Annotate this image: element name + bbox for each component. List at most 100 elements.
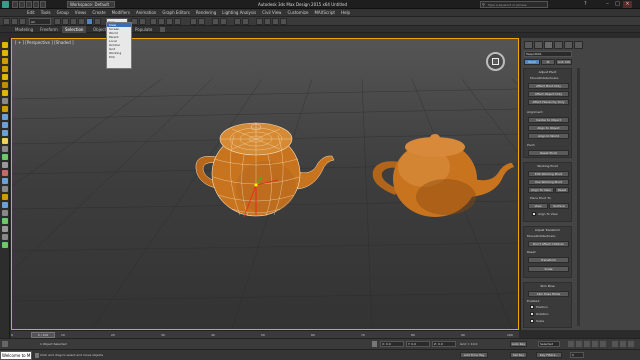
material-editor-icon[interactable] — [256, 18, 263, 25]
rectangular-selection-icon[interactable] — [70, 18, 77, 25]
create-box-icon[interactable] — [2, 42, 8, 48]
key-mode-dropdown[interactable]: Selected — [538, 341, 560, 347]
create-tube-icon[interactable] — [2, 82, 8, 88]
quick-access-save-button[interactable] — [26, 1, 32, 8]
select-manipulate-icon[interactable] — [139, 18, 146, 25]
menu-item[interactable]: Views — [72, 9, 90, 16]
menu-item[interactable]: Group — [54, 9, 72, 16]
motion-panel-tab[interactable] — [554, 41, 563, 49]
align-to-view-checkbox[interactable] — [532, 212, 536, 216]
create-pyramid-icon[interactable] — [2, 98, 8, 104]
create-foliage-icon[interactable] — [2, 218, 8, 224]
tab-modeling[interactable]: Modeling — [12, 26, 36, 33]
key-filters-button[interactable]: Key Filters... — [536, 352, 562, 358]
create-camera-icon[interactable] — [2, 146, 8, 152]
maxscript-listener-icon[interactable] — [2, 341, 8, 347]
menu-item[interactable]: MAXScript — [311, 9, 338, 16]
create-plane-icon[interactable] — [2, 66, 8, 72]
coord-option-pick[interactable]: Pick — [107, 55, 131, 59]
align-to-world-button[interactable]: Align to World — [528, 133, 569, 139]
selection-filter-dropdown[interactable]: All — [29, 18, 51, 25]
pivot-center-icon[interactable] — [131, 18, 138, 25]
menu-item[interactable]: Animation — [133, 9, 159, 16]
time-slider[interactable]: 0 / 100 0 10 20 30 40 50 60 70 80 90 100 — [11, 330, 519, 338]
affect-hierarchy-only-button[interactable]: Affect Hierarchy Only — [528, 99, 569, 105]
align-to-object-button[interactable]: Align to Object — [528, 125, 569, 131]
rollout-title[interactable]: Skin Pose — [524, 283, 571, 289]
select-by-name-icon[interactable] — [62, 18, 69, 25]
place-pivot-surface-button[interactable]: Surface — [549, 203, 569, 209]
create-teapot-icon[interactable] — [2, 106, 8, 112]
create-cylinder-icon[interactable] — [2, 58, 8, 64]
redo-icon[interactable] — [11, 18, 18, 25]
set-key-button[interactable]: Set Key — [510, 352, 527, 358]
layer-manager-icon[interactable] — [212, 18, 219, 25]
maxscript-mini-listener[interactable]: Welcome to M — [0, 351, 32, 360]
create-tape-icon[interactable] — [2, 242, 8, 248]
perspective-viewport[interactable]: [ + ] [Perspective ] [Shaded ] — [11, 38, 519, 330]
play-icon[interactable] — [584, 341, 590, 347]
x-coordinate-field[interactable]: X: 0.0 — [380, 341, 404, 347]
add-time-tag-button[interactable]: Add Time Tag — [460, 352, 488, 358]
align-to-view-button[interactable]: Align To View — [528, 187, 554, 193]
go-to-start-icon[interactable] — [568, 341, 574, 347]
quick-access-open-button[interactable] — [19, 1, 25, 8]
lock-selection-icon[interactable] — [372, 341, 377, 347]
tab-pivot[interactable]: Pivot — [524, 59, 540, 65]
snaps-toggle-icon[interactable] — [150, 18, 157, 25]
select-and-move-icon[interactable] — [86, 18, 93, 25]
previous-frame-icon[interactable] — [576, 341, 582, 347]
maximize-button[interactable]: □ — [613, 1, 622, 8]
select-and-rotate-icon[interactable] — [94, 18, 101, 25]
utilities-panel-tab[interactable] — [574, 41, 583, 49]
rendered-frame-icon[interactable] — [272, 18, 279, 25]
menu-item[interactable]: Lighting Analysis — [219, 9, 259, 16]
create-panel-tab[interactable] — [524, 41, 533, 49]
search-field[interactable]: ⚲ Type a keyword or phrase — [480, 1, 548, 8]
viewcube[interactable] — [486, 52, 505, 71]
panel-scrollbar[interactable] — [577, 68, 580, 326]
help-icon[interactable]: ? — [584, 1, 591, 8]
tab-populate[interactable]: Populate — [132, 26, 155, 33]
y-coordinate-field[interactable]: Y: 0.0 — [406, 341, 430, 347]
schematic-view-icon[interactable] — [242, 18, 249, 25]
menu-item[interactable]: Modifiers — [109, 9, 133, 16]
rollout-title[interactable]: Adjust Pivot — [524, 69, 571, 75]
zoom-icon[interactable] — [612, 341, 618, 347]
menu-item[interactable]: Graph Editors — [159, 9, 192, 16]
create-light-icon[interactable] — [2, 138, 8, 144]
z-coordinate-field[interactable]: Z: 0.0 — [432, 341, 456, 347]
undo-icon[interactable] — [3, 18, 10, 25]
create-door-icon[interactable] — [2, 194, 8, 200]
go-to-end-icon[interactable] — [600, 341, 606, 347]
create-line-icon[interactable] — [2, 114, 8, 120]
window-crossing-icon[interactable] — [78, 18, 85, 25]
create-wall-icon[interactable] — [2, 234, 8, 240]
rotation-checkbox[interactable] — [530, 312, 534, 316]
quick-access-new-button[interactable] — [12, 1, 18, 8]
curve-editor-icon[interactable] — [234, 18, 241, 25]
menu-item[interactable]: Edit — [24, 9, 38, 16]
workspace-selector[interactable]: Workspace: Default — [67, 1, 115, 8]
create-compound-icon[interactable] — [2, 186, 8, 192]
create-spacewarp-icon[interactable] — [2, 162, 8, 168]
reset-scale-button[interactable]: Scale — [528, 266, 569, 272]
reset-transform-button[interactable]: Transform — [528, 257, 569, 263]
menu-item[interactable]: Create — [89, 9, 108, 16]
center-to-object-button[interactable]: Center to Object — [528, 117, 569, 123]
create-stairs-icon[interactable] — [2, 210, 8, 216]
viewcube-face[interactable] — [492, 58, 499, 65]
app-logo-icon[interactable] — [2, 1, 9, 8]
affect-object-only-button[interactable]: Affect Object Only — [528, 91, 569, 97]
pan-icon[interactable] — [620, 341, 626, 347]
minimize-button[interactable]: – — [603, 1, 612, 8]
menu-item[interactable]: Customize — [284, 9, 311, 16]
menu-item[interactable]: Help — [338, 9, 353, 16]
menu-item[interactable]: Civil View — [259, 9, 284, 16]
rollout-title[interactable]: Working Pivot — [524, 163, 571, 169]
tab-ik[interactable]: IK — [541, 59, 555, 65]
tab-freeform[interactable]: Freeform — [37, 26, 61, 33]
place-pivot-view-button[interactable]: View — [528, 203, 548, 209]
auto-key-button[interactable]: Auto Key — [510, 341, 527, 347]
quick-access-redo-button[interactable] — [40, 1, 46, 8]
